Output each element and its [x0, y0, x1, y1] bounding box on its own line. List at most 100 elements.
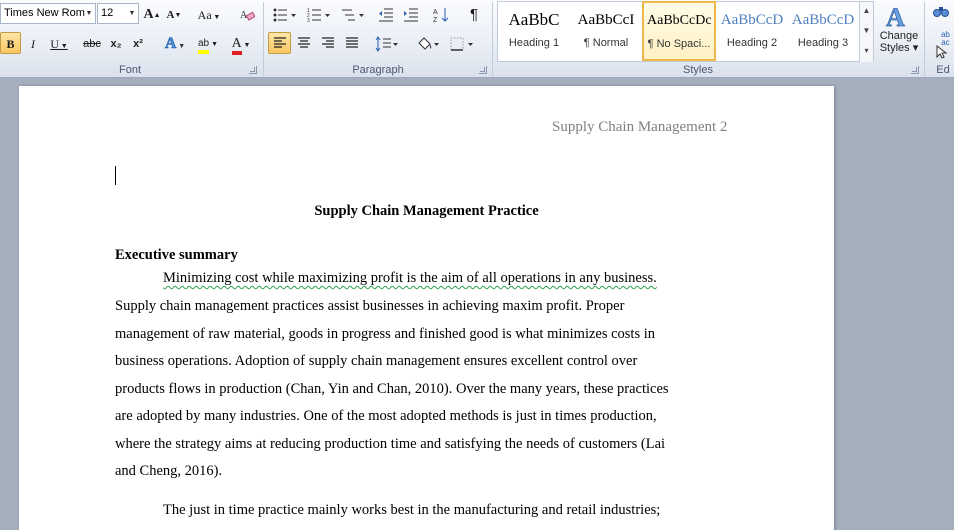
document-title[interactable]: Supply Chain Management Practice [19, 203, 834, 220]
change-case-button[interactable]: Aa ▼ [195, 3, 223, 25]
justify-icon [345, 37, 358, 48]
subscript-icon: x₂ [110, 38, 122, 50]
numbering-icon: 123 [307, 8, 330, 23]
increase-indent-icon [404, 8, 418, 22]
bullets-button[interactable] [270, 3, 300, 25]
section-heading[interactable]: Executive summary [115, 247, 238, 264]
style-name: Heading 3 [797, 37, 849, 49]
font-name-combo[interactable]: Times New Rom ▼ [0, 3, 96, 24]
bullets-icon [273, 8, 296, 22]
decrease-indent-button[interactable] [375, 3, 397, 25]
style-name: Heading 1 [508, 37, 560, 49]
replace-button[interactable]: ab ac [930, 20, 952, 47]
font-color-icon: A [231, 37, 242, 55]
gallery-scroll-up[interactable]: ▲ [859, 2, 873, 22]
font-dialog-launcher[interactable] [249, 66, 257, 74]
chevron-down-icon: ▼ [85, 10, 93, 17]
underline-button[interactable]: U ▼ [46, 32, 72, 54]
increase-indent-button[interactable] [400, 3, 422, 25]
editing-group-label: Ed [936, 64, 950, 76]
line-spacing-button[interactable] [372, 32, 402, 54]
shrink-font-icon: A [166, 9, 175, 21]
strikethrough-button[interactable]: abc [80, 32, 104, 54]
svg-text:A: A [433, 9, 438, 16]
highlight-button[interactable]: ab ▼ [193, 32, 223, 54]
font-size-combo[interactable]: 12 ▼ [97, 3, 139, 24]
font-size-value: 12 [101, 7, 114, 19]
paragraph-line[interactable]: and Cheng, 2016). [115, 463, 222, 480]
font-name-value: Times New Rom [4, 7, 85, 19]
style-name: ¶ No Spaci... [647, 38, 711, 50]
style-normal[interactable]: AaBbCcI ¶ Normal [570, 2, 642, 60]
chevron-down-icon: ▼ [128, 10, 136, 17]
grow-font-icon: A [143, 7, 154, 22]
paragraph-line[interactable]: business operations. Adoption of supply … [115, 353, 637, 370]
paragraph-line[interactable]: Supply chain management practices assist… [115, 298, 624, 315]
shading-button[interactable] [413, 32, 443, 54]
align-left-icon [273, 37, 286, 48]
document-canvas-background [834, 78, 954, 530]
style-sample: AaBbCcDc [647, 13, 712, 28]
gallery-more[interactable]: ▾ [859, 42, 873, 62]
styles-gallery: AaBbC Heading 1 AaBbCcI ¶ Normal AaBbCcD… [497, 1, 874, 62]
grow-font-button[interactable]: A▲ [142, 3, 162, 25]
highlighter-icon: ab [198, 38, 210, 54]
change-styles-icon: A [886, 3, 906, 30]
align-left-button[interactable] [268, 32, 291, 54]
strikethrough-icon: abc [83, 38, 101, 50]
style-no-spacing[interactable]: AaBbCcDc ¶ No Spaci... [642, 1, 716, 61]
bold-button[interactable]: B [0, 32, 21, 54]
pilcrow-icon: ¶ [469, 6, 479, 23]
borders-button[interactable] [447, 32, 477, 54]
italic-button[interactable]: I [23, 32, 43, 54]
text-cursor [115, 166, 116, 185]
subscript-button[interactable]: x₂ [106, 32, 126, 54]
svg-text:A: A [886, 3, 905, 30]
borders-icon [450, 37, 473, 51]
numbering-button[interactable]: 123 [304, 3, 334, 25]
style-heading-1[interactable]: AaBbC Heading 1 [498, 2, 570, 60]
align-right-button[interactable] [316, 32, 339, 54]
select-button[interactable] [930, 41, 952, 63]
style-sample: AaBbCcD [720, 12, 784, 28]
line-spacing-icon [375, 36, 398, 52]
text-effects-icon: A [164, 35, 177, 53]
multilevel-list-button[interactable] [338, 3, 368, 25]
style-heading-2[interactable]: AaBbCcD Heading 2 [716, 2, 788, 60]
align-right-icon [321, 37, 334, 48]
cursor-icon [936, 45, 948, 59]
svg-text:3: 3 [307, 18, 310, 23]
clear-formatting-button[interactable]: A [236, 3, 258, 25]
align-center-button[interactable] [292, 32, 315, 54]
bold-icon: B [6, 37, 15, 51]
sort-button[interactable]: AZ [430, 3, 452, 25]
show-formatting-marks-button[interactable]: ¶ [463, 3, 485, 25]
paragraph-line[interactable]: products flows in production (Chan, Yin … [115, 381, 669, 398]
style-heading-3[interactable]: AaBbCcD Heading 3 [787, 2, 859, 60]
underline-icon: U [50, 37, 59, 51]
style-sample: AaBbC [508, 10, 560, 29]
paragraph-line[interactable]: where the strategy aims at reducing prod… [115, 436, 665, 453]
page-header[interactable]: Supply Chain Management 2 [552, 119, 727, 136]
superscript-button[interactable]: x² [128, 32, 148, 54]
text-effects-button[interactable]: A ▼ [161, 32, 189, 54]
italic-icon: I [31, 37, 35, 51]
style-name: Heading 2 [726, 37, 778, 49]
change-styles-button[interactable]: A Change Styles ▾ [876, 0, 922, 62]
multilevel-list-icon [342, 9, 364, 21]
justify-button[interactable] [340, 32, 363, 54]
gallery-scroll-down[interactable]: ▼ [859, 22, 873, 42]
paragraph-group-label: Paragraph [352, 64, 404, 76]
font-color-button[interactable]: A ▼ [226, 32, 256, 55]
decrease-indent-icon [379, 8, 393, 22]
sort-az-icon: AZ [433, 8, 449, 23]
paragraph-line[interactable]: The just in time practice mainly works b… [163, 502, 660, 519]
paragraph-line[interactable]: are adopted by many industries. One of t… [115, 408, 657, 425]
find-button[interactable] [930, 0, 952, 22]
document-page[interactable]: Supply Chain Management 2 Supply Chain M… [19, 86, 834, 530]
shrink-font-button[interactable]: A▼ [164, 3, 184, 25]
styles-dialog-launcher[interactable] [911, 66, 919, 74]
paragraph-line[interactable]: Minimizing cost while maximizing profit … [163, 270, 657, 287]
paragraph-dialog-launcher[interactable] [479, 66, 487, 74]
paragraph-line[interactable]: management of raw material, goods in pro… [115, 326, 655, 343]
